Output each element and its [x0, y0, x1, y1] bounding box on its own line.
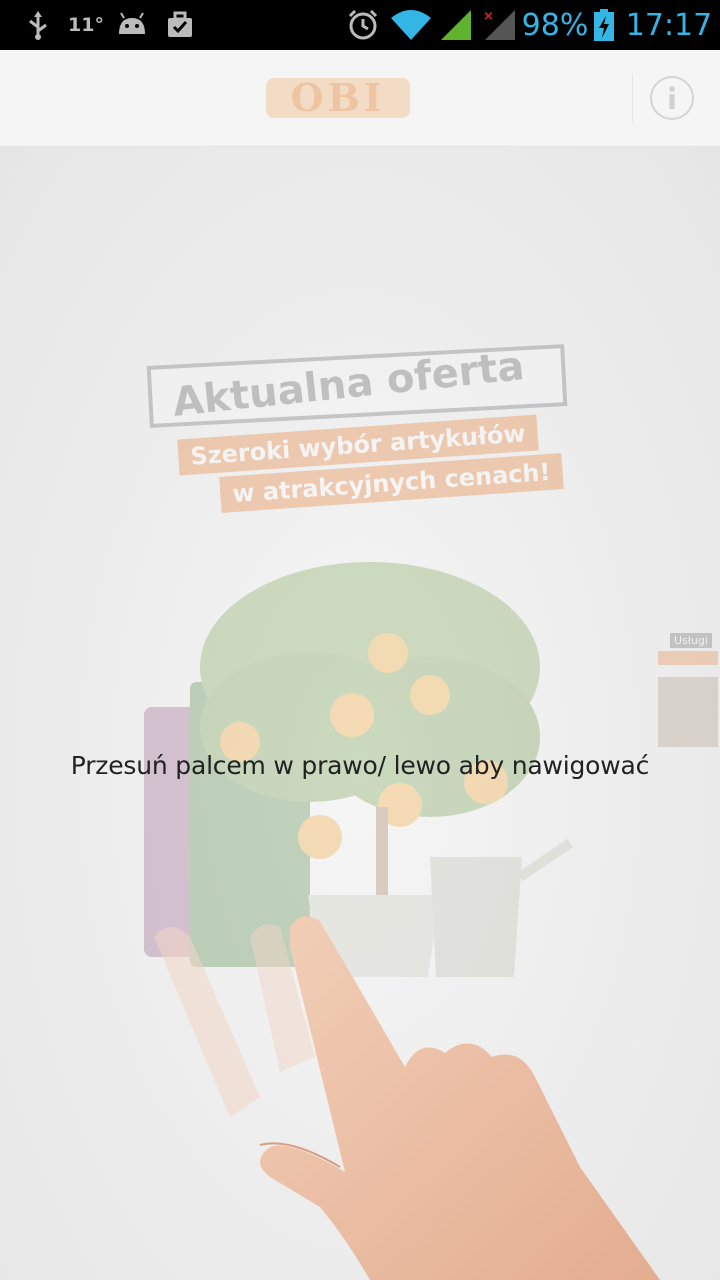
signal-icon — [438, 0, 474, 50]
svg-text:OBI: OBI — [291, 78, 386, 118]
obi-logo: OBI — [266, 75, 410, 120]
next-page-preview[interactable]: Usługi — [654, 629, 720, 749]
usb-icon — [22, 0, 54, 50]
services-photo — [658, 677, 718, 747]
briefcase-check-icon — [164, 0, 196, 50]
swipe-instruction: Przesuń palcem w prawo/ lewo aby nawigow… — [70, 751, 650, 780]
services-label: Usługi — [670, 633, 712, 648]
services-banner-strip — [658, 651, 718, 665]
temperature-text: 11° — [68, 14, 104, 36]
offer-carousel[interactable]: Aktualna oferta Szeroki wybór artykułów … — [0, 147, 720, 1280]
info-icon — [669, 86, 675, 109]
info-button[interactable] — [650, 76, 694, 120]
app-bar-divider — [632, 74, 633, 122]
battery-percent: 98% — [521, 7, 589, 43]
promo-banner: Aktualna oferta Szeroki wybór artykułów … — [140, 341, 580, 513]
battery-charging-icon — [592, 0, 616, 50]
status-bar: 11° × 98% 17:17 — [0, 0, 720, 50]
promo-title-box: Aktualna oferta — [146, 343, 568, 428]
swipe-hand-icon — [140, 907, 700, 1280]
wifi-icon — [388, 0, 434, 50]
svg-text:×: × — [483, 9, 494, 24]
clock: 17:17 — [625, 7, 713, 43]
android-icon — [114, 0, 150, 50]
promo-title: Aktualna oferta — [170, 343, 527, 426]
alarm-icon — [344, 0, 382, 50]
signal-no-service-icon: × — [480, 0, 518, 50]
